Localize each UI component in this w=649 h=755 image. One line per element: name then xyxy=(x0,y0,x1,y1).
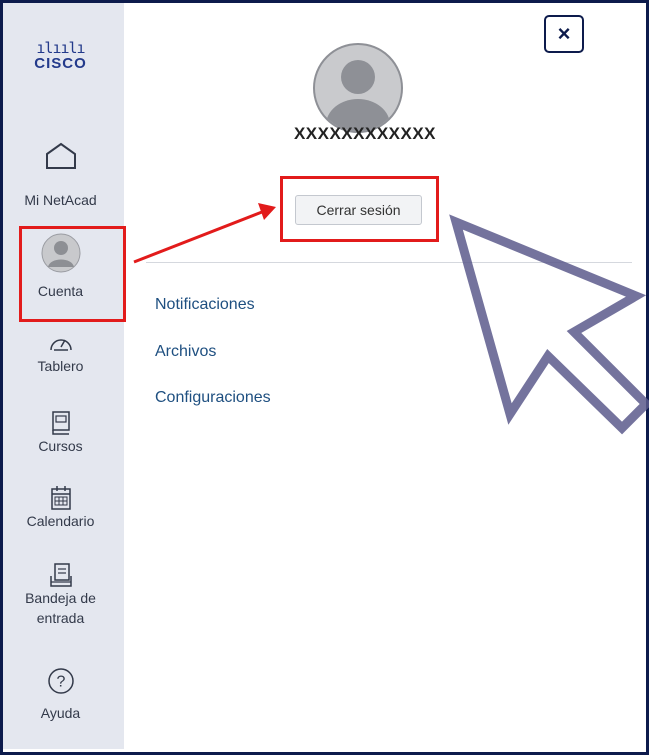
sidebar-item-label: Mi NetAcad xyxy=(24,192,97,208)
help-question-icon: ? xyxy=(47,668,74,694)
cuenta-highlight-box xyxy=(19,226,126,322)
sidebar-item-bandeja-de-entrada[interactable]: Bandeja de entrada xyxy=(0,562,121,628)
sidebar-item-cursos[interactable]: Cursos xyxy=(0,410,121,456)
inbox-icon xyxy=(49,563,72,587)
calendar-icon xyxy=(50,486,71,510)
user-avatar-large xyxy=(313,43,403,133)
sidebar-item-label-line1: Bandeja de xyxy=(25,590,96,606)
sidebar-item-mi-netacad[interactable]: Mi NetAcad xyxy=(0,140,121,210)
home-icon xyxy=(45,142,76,169)
sidebar-item-tablero[interactable]: Tablero xyxy=(0,332,121,376)
sidebar-item-label-line2: entrada xyxy=(36,610,85,626)
svg-text:?: ? xyxy=(56,674,65,691)
link-archivos[interactable]: Archivos xyxy=(155,343,216,361)
sidebar-item-ayuda[interactable]: ? Ayuda xyxy=(0,667,121,723)
dashboard-gauge-icon xyxy=(49,339,72,351)
link-notificaciones[interactable]: Notificaciones xyxy=(155,296,255,314)
logo-word: CISCO xyxy=(34,55,87,72)
divider xyxy=(146,262,632,263)
sidebar-item-label: Ayuda xyxy=(40,705,81,721)
courses-book-icon xyxy=(51,411,70,435)
link-configuraciones[interactable]: Configuraciones xyxy=(155,389,271,407)
sidebar-item-label: Cursos xyxy=(38,438,83,454)
logout-highlight-box xyxy=(280,176,439,242)
username: XXXXXXXXXXXX xyxy=(293,124,437,143)
close-button[interactable]: × xyxy=(544,15,584,53)
sidebar-item-label: Calendario xyxy=(26,513,95,529)
sidebar-item-label: Tablero xyxy=(37,358,84,374)
logo-bars: ılıılı xyxy=(36,39,85,57)
sidebar xyxy=(3,3,124,749)
sidebar-item-calendario[interactable]: Calendario xyxy=(0,485,121,531)
cisco-logo[interactable]: ılıılı CISCO xyxy=(0,40,121,72)
